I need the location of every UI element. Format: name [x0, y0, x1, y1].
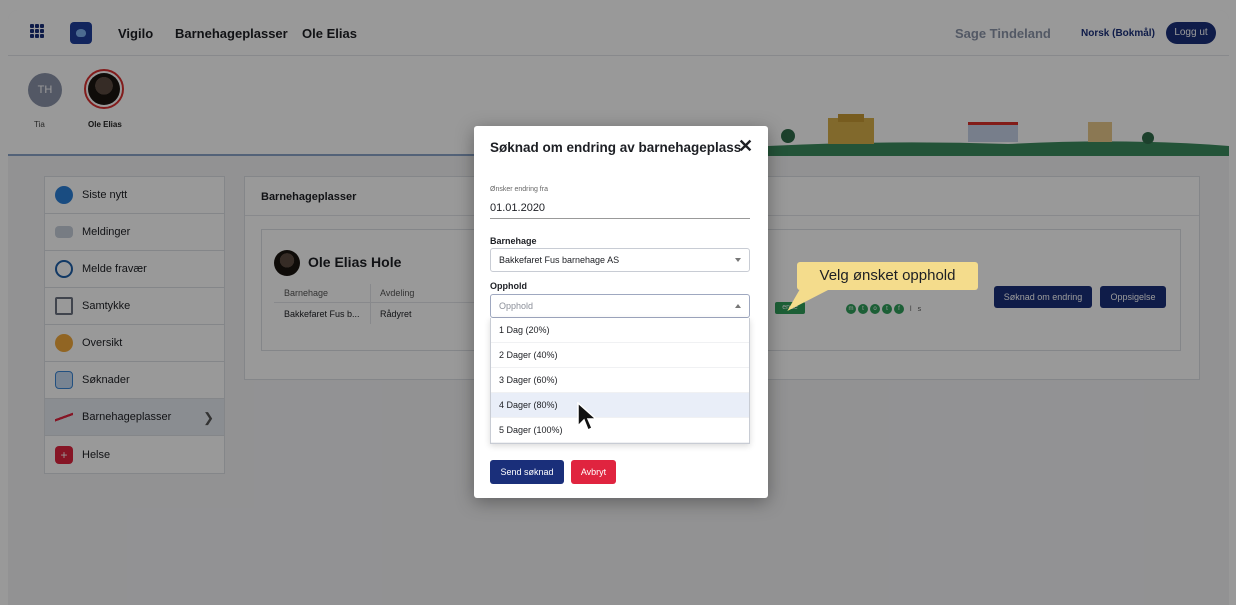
close-icon[interactable]: ✕	[738, 136, 753, 157]
tutorial-callout: Velg ønsket opphold	[797, 262, 978, 290]
kindergarten-select[interactable]: Bakkefaret Fus barnehage AS	[490, 248, 750, 272]
date-field-label: Ønsker endring fra	[490, 186, 548, 193]
send-application-button[interactable]: Send søknad	[490, 460, 564, 484]
cancel-button[interactable]: Avbryt	[571, 460, 616, 484]
dropdown-option[interactable]: 5 Dager (100%)	[491, 418, 749, 443]
dropdown-option-highlighted[interactable]: 4 Dager (80%)	[491, 393, 749, 418]
chevron-down-icon	[735, 258, 741, 262]
dropdown-option[interactable]: 2 Dager (40%)	[491, 343, 749, 368]
stay-select[interactable]: Opphold	[490, 294, 750, 318]
stay-select-placeholder: Opphold	[499, 301, 534, 311]
stay-dropdown: 1 Dag (20%) 2 Dager (40%) 3 Dager (60%) …	[490, 318, 750, 444]
dropdown-option[interactable]: 3 Dager (60%)	[491, 368, 749, 393]
stay-label: Opphold	[490, 281, 527, 291]
modal-title: Søknad om endring av barnehageplass	[490, 140, 742, 155]
change-application-modal: Søknad om endring av barnehageplass ✕ Øn…	[474, 126, 768, 498]
kindergarten-select-value: Bakkefaret Fus barnehage AS	[499, 255, 620, 265]
mouse-cursor-icon	[577, 402, 598, 432]
dropdown-option[interactable]: 1 Dag (20%)	[491, 318, 749, 343]
chevron-up-icon	[735, 304, 741, 308]
kindergarten-label: Barnehage	[490, 236, 537, 246]
date-field[interactable]: 01.01.2020	[490, 202, 545, 214]
